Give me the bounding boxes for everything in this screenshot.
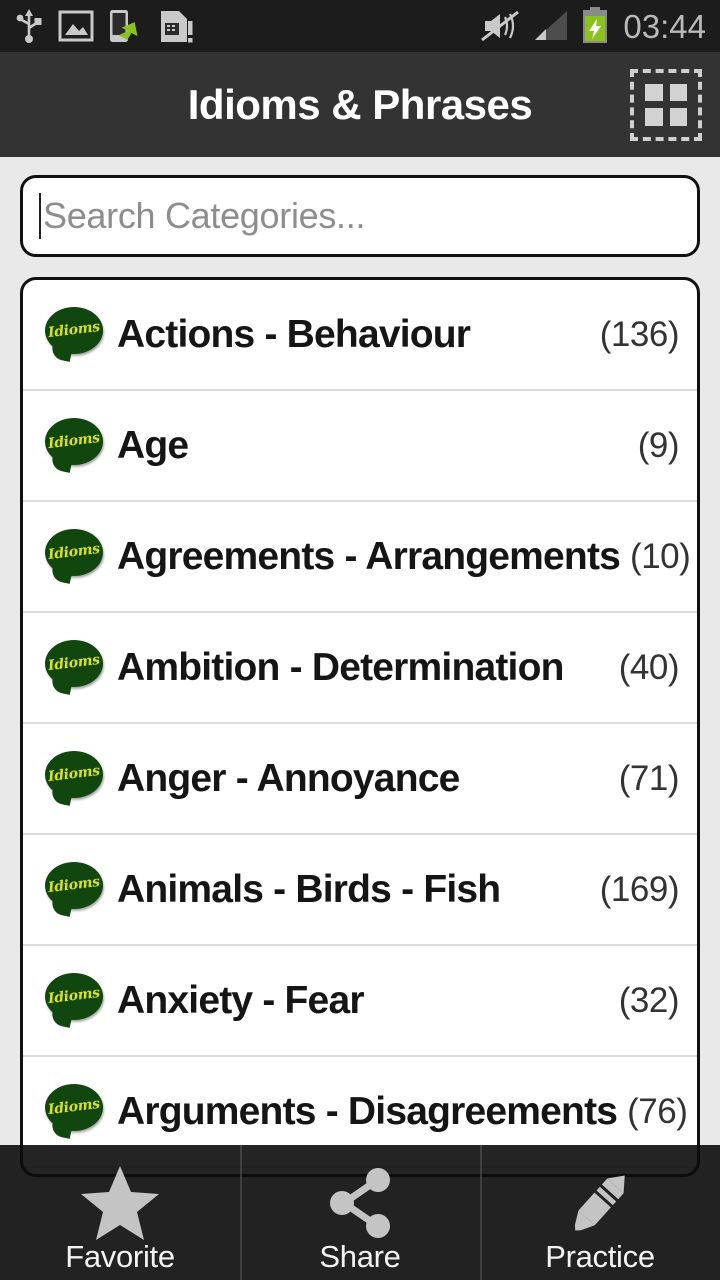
sim-card-alert-icon <box>161 11 193 43</box>
category-name: Age <box>117 424 189 467</box>
category-name: Anger - Annoyance <box>117 757 460 800</box>
bubble-tail <box>50 559 74 584</box>
bottom-navigation-bar: Favorite Share Practice <box>0 1145 720 1280</box>
category-count: (9) <box>637 426 680 465</box>
idioms-bubble-icon: Idioms <box>45 639 103 695</box>
idioms-bubble-icon: Idioms <box>45 972 103 1028</box>
nav-label-favorite: Favorite <box>65 1239 175 1274</box>
list-item[interactable]: Idioms Agreements - Arrangements (10) <box>23 502 697 613</box>
idioms-bubble-icon: Idioms <box>45 306 103 362</box>
bubble-tail <box>50 781 74 806</box>
mute-vibrate-icon <box>481 10 520 42</box>
bubble-tail <box>50 337 74 362</box>
bubble-tail <box>50 1114 74 1139</box>
battery-charging-icon <box>583 7 608 43</box>
category-name: Actions - Behaviour <box>117 313 471 356</box>
grid-cell <box>669 83 687 101</box>
category-count: (32) <box>618 981 680 1020</box>
grid-cell <box>645 83 663 101</box>
search-placeholder: Search Categories... <box>43 195 366 236</box>
category-count: (76) <box>627 1092 688 1131</box>
pencil-icon <box>559 1165 641 1241</box>
list-item[interactable]: Idioms Anger - Annoyance (71) <box>23 724 697 835</box>
list-scrollbar[interactable] <box>694 280 697 1174</box>
nav-item-practice[interactable]: Practice <box>480 1145 720 1280</box>
bubble-tail <box>50 1003 74 1028</box>
nav-label-share: Share <box>319 1239 401 1274</box>
text-caret <box>39 193 41 239</box>
idioms-bubble-icon: Idioms <box>45 528 103 584</box>
list-item[interactable]: Idioms Age (9) <box>23 391 697 502</box>
category-count: (169) <box>599 870 680 909</box>
page-title: Idioms & Phrases <box>187 80 533 128</box>
status-bar-clock: 03:44 <box>623 7 706 45</box>
category-name: Agreements - Arrangements <box>117 535 621 578</box>
nav-item-share[interactable]: Share <box>240 1145 480 1280</box>
grid-cell <box>645 108 663 126</box>
bubble-tail <box>50 448 74 473</box>
action-bar: Idioms & Phrases <box>0 52 720 157</box>
status-bar-left-icons <box>14 7 194 45</box>
grid-cell <box>669 108 687 126</box>
category-count: (40) <box>618 648 680 687</box>
category-list[interactable]: Idioms Actions - Behaviour (136) Idioms … <box>20 277 700 1177</box>
image-icon <box>58 10 94 42</box>
search-input[interactable]: Search Categories... <box>20 175 700 257</box>
category-name: Arguments - Disagreements <box>117 1090 618 1133</box>
list-item[interactable]: Idioms Animals - Birds - Fish (169) <box>23 835 697 946</box>
category-count: (71) <box>618 759 680 798</box>
category-count: (10) <box>630 537 691 576</box>
app-root: 03:44 Idioms & Phrases Search Categories… <box>0 0 720 1280</box>
category-name: Anxiety - Fear <box>117 979 365 1022</box>
bubble-tail <box>50 670 74 695</box>
list-item[interactable]: Idioms Ambition - Determination (40) <box>23 613 697 724</box>
star-icon <box>77 1165 163 1241</box>
idioms-bubble-icon: Idioms <box>45 750 103 806</box>
list-item[interactable]: Idioms Actions - Behaviour (136) <box>23 280 697 391</box>
category-name: Animals - Birds - Fish <box>117 868 501 911</box>
category-count: (136) <box>599 315 680 354</box>
nav-item-favorite[interactable]: Favorite <box>0 1145 240 1280</box>
bubble-tail <box>50 892 74 917</box>
signal-bars-icon <box>535 11 568 40</box>
grid-view-icon[interactable] <box>630 68 702 141</box>
phone-transfer-icon <box>110 10 138 42</box>
list-item[interactable]: Idioms Anxiety - Fear (32) <box>23 946 697 1057</box>
status-bar: 03:44 <box>0 0 720 52</box>
content-area: Search Categories... Idioms Actions - Be… <box>0 157 720 1177</box>
usb-icon <box>16 9 42 43</box>
share-icon <box>322 1165 398 1241</box>
nav-label-practice: Practice <box>545 1239 655 1274</box>
idioms-bubble-icon: Idioms <box>45 417 103 473</box>
category-name: Ambition - Determination <box>117 646 564 689</box>
idioms-bubble-icon: Idioms <box>45 861 103 917</box>
idioms-bubble-icon: Idioms <box>45 1083 103 1139</box>
status-bar-right-icons: 03:44 <box>479 7 706 45</box>
